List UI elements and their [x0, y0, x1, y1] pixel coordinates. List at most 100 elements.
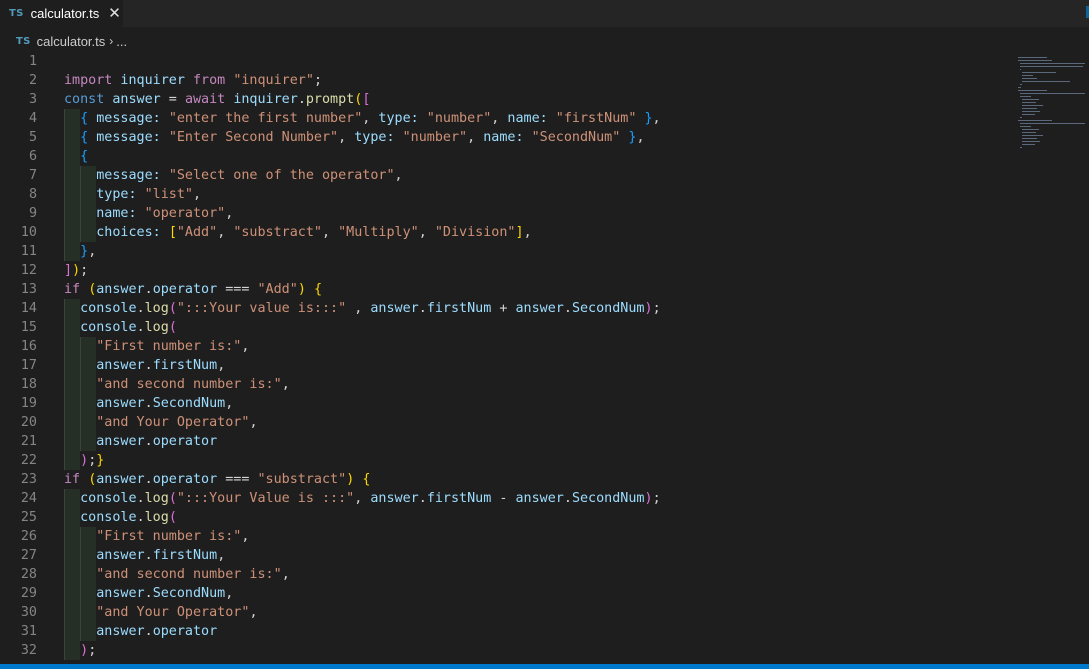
code-line[interactable]: 21 answer.operator — [0, 432, 1000, 451]
tab-label: calculator.ts — [30, 6, 100, 21]
code-token: ) — [80, 453, 89, 468]
line-number: 1 — [28, 54, 37, 69]
code-token: log — [144, 510, 169, 525]
code-token: , — [322, 225, 339, 240]
line-number: 2 — [28, 73, 37, 88]
code-token: ] — [64, 263, 73, 278]
code-text: if (answer.operator === "Add") { — [64, 280, 322, 299]
code-line[interactable]: 5 { message: "Enter Second Number", type… — [0, 128, 1000, 147]
code-line[interactable]: 12]); — [0, 261, 1000, 280]
code-line[interactable]: 3 const answer = await inquirer.prompt([ — [0, 90, 1000, 109]
code-token: ; — [88, 643, 97, 658]
code-line[interactable]: 4 { message: "enter the first number", t… — [0, 109, 1000, 128]
code-token: "substract" — [257, 472, 347, 487]
code-token: if — [64, 282, 81, 297]
code-token: firstNum — [152, 358, 218, 373]
code-line[interactable]: 25 console.log( — [0, 508, 1000, 527]
minimap-line — [1019, 93, 1085, 95]
line-number: 8 — [28, 187, 37, 202]
code-line[interactable]: 24 console.log(":::Your Value is :::", a… — [0, 489, 1000, 508]
code-token: "and Your Operator" — [96, 415, 250, 430]
minimap-line — [1018, 60, 1053, 62]
minimap-line — [1021, 144, 1036, 146]
code-token: - — [491, 491, 516, 506]
code-token: message: — [96, 168, 161, 183]
code-line[interactable]: 15 console.log( — [0, 318, 1000, 337]
code-line[interactable]: 2 import inquirer from "inquirer"; — [0, 71, 1000, 90]
code-line[interactable]: 16 "First number is:", — [0, 337, 1000, 356]
code-line[interactable]: 31 answer.operator — [0, 622, 1000, 641]
code-text: "and second number is:", — [64, 375, 290, 394]
code-token: . — [136, 301, 145, 316]
code-token: log — [144, 301, 169, 316]
code-line[interactable]: 18 "and second number is:", — [0, 375, 1000, 394]
code-line[interactable]: 14 console.log(":::Your value is:::" , a… — [0, 299, 1000, 318]
chevron-right-icon: › — [109, 34, 114, 48]
code-token: console — [80, 491, 137, 506]
code-text: answer.firstNum, — [64, 356, 225, 375]
tab-calculator-ts[interactable]: TS calculator.ts ✕ — [0, 0, 123, 27]
code-token: , — [394, 168, 403, 183]
minimap-line — [1021, 78, 1037, 80]
code-line[interactable]: 6 { — [0, 147, 1000, 166]
code-text: answer.SecondNum, — [64, 584, 233, 603]
code-line[interactable]: 26 "First number is:", — [0, 527, 1000, 546]
code-line[interactable]: 9 name: "operator", — [0, 204, 1000, 223]
code-line[interactable]: 11 }, — [0, 242, 1000, 261]
code-token: firstNum — [426, 301, 492, 316]
code-token: . — [144, 472, 153, 487]
breadcrumb: TS calculator.ts › ... — [0, 27, 1089, 55]
code-line[interactable]: 7 message: "Select one of the operator", — [0, 166, 1000, 185]
close-icon[interactable]: ✕ — [108, 6, 121, 21]
code-token: "substract" — [233, 225, 322, 240]
code-line[interactable]: 1 — [0, 52, 1000, 71]
line-number: 15 — [20, 320, 37, 335]
code-token: "Enter Second Number" — [168, 130, 339, 145]
code-line[interactable]: 20 "and Your Operator", — [0, 413, 1000, 432]
code-token: ( — [168, 320, 177, 335]
code-editor[interactable]: 1 2 import inquirer from "inquirer"; 3 const… — [0, 52, 1089, 664]
breadcrumb-more[interactable]: ... — [116, 34, 127, 49]
code-token: , — [217, 225, 234, 240]
line-number: 28 — [20, 567, 37, 582]
code-token: . — [563, 301, 572, 316]
code-line[interactable]: 17 answer.firstNum, — [0, 356, 1000, 375]
code-line[interactable]: 30 "and Your Operator", — [0, 603, 1000, 622]
code-line[interactable]: 13 if (answer.operator === "Add") { — [0, 280, 1000, 299]
code-token: SecondNum — [152, 586, 226, 601]
code-token: ( — [168, 510, 177, 525]
code-token: . — [144, 282, 153, 297]
breadcrumb-file[interactable]: calculator.ts — [37, 34, 106, 49]
code-line[interactable]: 19 answer.SecondNum, — [0, 394, 1000, 413]
code-token: { — [362, 472, 371, 487]
code-token: SecondNum — [152, 396, 226, 411]
code-token: SecondNum — [571, 301, 645, 316]
code-token: console — [80, 510, 137, 525]
code-token: answer — [96, 434, 145, 449]
minimap-line — [1021, 132, 1036, 134]
code-line[interactable]: 23 if (answer.operator === "substract") { — [0, 470, 1000, 489]
minimap[interactable] — [1014, 54, 1089, 174]
code-token: inquirer — [233, 92, 298, 107]
code-line[interactable]: 22 );} — [0, 451, 1000, 470]
code-line[interactable]: 29 answer.SecondNum, — [0, 584, 1000, 603]
code-line[interactable]: 10 choices: ["Add", "substract", "Multip… — [0, 223, 1000, 242]
code-text: console.log(":::Your Value is :::", answ… — [64, 489, 661, 508]
code-line[interactable]: 27 answer.firstNum, — [0, 546, 1000, 565]
code-text: name: "operator", — [64, 204, 233, 223]
code-text: ); — [64, 641, 96, 660]
code-text: "First number is:", — [64, 337, 249, 356]
code-text: choices: ["Add", "substract", "Multiply"… — [64, 223, 531, 242]
code-line[interactable]: 32 ); — [0, 641, 1000, 660]
code-token: , — [225, 396, 234, 411]
code-line[interactable]: 8 type: "list", — [0, 185, 1000, 204]
line-number: 23 — [20, 472, 37, 487]
code-line[interactable]: 28 "and second number is:", — [0, 565, 1000, 584]
